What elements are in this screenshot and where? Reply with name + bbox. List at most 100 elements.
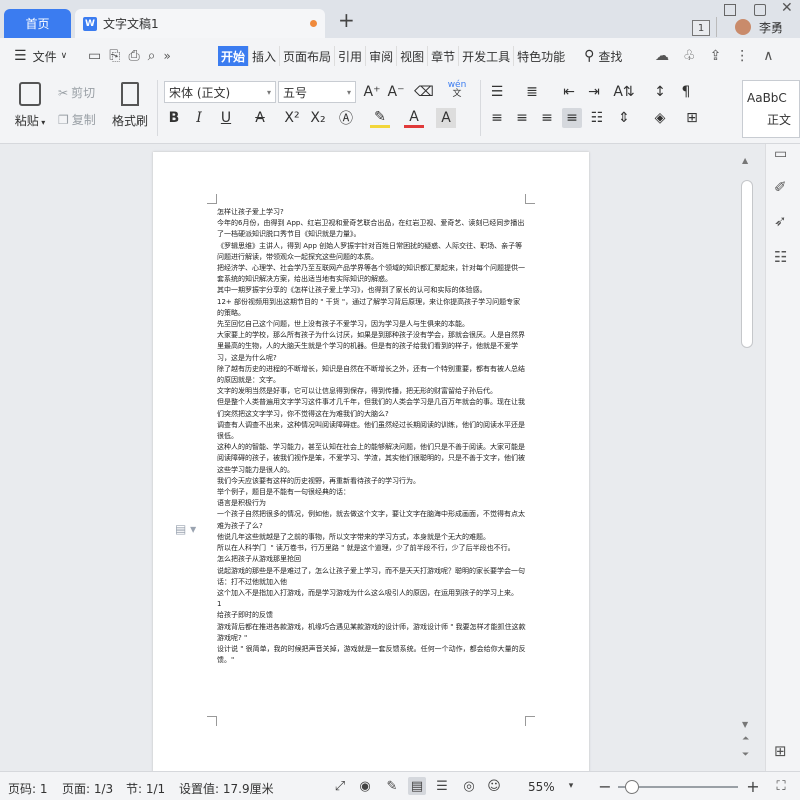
prev-page-icon[interactable]: ⏶ bbox=[742, 734, 749, 744]
align-left-icon[interactable]: ≡ bbox=[487, 108, 507, 128]
tab-page-layout[interactable]: 页面布局 bbox=[280, 46, 336, 66]
cut-button[interactable]: ✂ 剪切 bbox=[58, 84, 95, 101]
edit-mode-icon[interactable]: ✎ bbox=[383, 777, 401, 795]
underline-icon[interactable]: U bbox=[216, 108, 236, 128]
restore-window-icon[interactable] bbox=[724, 4, 736, 16]
share-icon[interactable]: ⇪ bbox=[710, 48, 722, 64]
bullet-list-icon[interactable]: ☰ bbox=[487, 82, 507, 102]
print-preview-icon[interactable]: ⌕ bbox=[148, 48, 156, 64]
vertical-scrollbar-thumb[interactable] bbox=[741, 180, 753, 348]
italic-icon[interactable]: I bbox=[189, 108, 209, 128]
text-effect-icon[interactable]: Ⓐ bbox=[336, 108, 356, 128]
scroll-up-icon[interactable]: ▲ bbox=[742, 156, 748, 165]
zoom-in-icon[interactable]: + bbox=[744, 777, 762, 796]
page-count[interactable]: 页面: 1/3 bbox=[62, 780, 113, 797]
format-painter-button[interactable]: 格式刷 bbox=[110, 82, 150, 129]
zoom-out-icon[interactable]: − bbox=[596, 777, 614, 796]
tab-home-ribbon[interactable]: 开始 bbox=[218, 46, 250, 66]
clear-format-icon[interactable]: ⌫ bbox=[414, 82, 434, 102]
highlight-icon[interactable]: ✎ bbox=[370, 108, 390, 128]
shrink-font-icon[interactable]: A⁻ bbox=[386, 82, 406, 102]
collaborate-icon[interactable]: ♧ bbox=[683, 48, 696, 64]
eye-protect-icon[interactable]: ◉ bbox=[356, 777, 374, 795]
tab-chapter[interactable]: 章节 bbox=[428, 46, 460, 66]
font-name-select[interactable]: 宋体 (正文) ▾ bbox=[164, 81, 276, 103]
avatar[interactable] bbox=[735, 19, 751, 35]
shading-icon[interactable]: ◈ bbox=[650, 108, 670, 128]
notification-badge[interactable]: 1 bbox=[692, 20, 710, 36]
superscript-icon[interactable]: X² bbox=[282, 108, 302, 128]
fit-window-icon[interactable]: ⛶ bbox=[772, 777, 790, 795]
font-size-select[interactable]: 五号 ▾ bbox=[278, 81, 356, 103]
select-cursor-icon[interactable]: ➶ bbox=[774, 212, 787, 230]
justify-icon[interactable]: ≡ bbox=[562, 108, 582, 128]
copy-button[interactable]: ❐ 复制 bbox=[58, 111, 96, 128]
format-painter-icon bbox=[121, 82, 139, 106]
user-name[interactable]: 李勇 bbox=[759, 19, 783, 36]
cloud-icon[interactable]: ☁ bbox=[655, 48, 669, 64]
tab-developer[interactable]: 开发工具 bbox=[459, 46, 515, 66]
strikethrough-icon[interactable]: A bbox=[250, 108, 270, 128]
file-menu[interactable]: ☰ 文件 ∨ bbox=[0, 46, 88, 66]
fullscreen-icon[interactable]: ⤢ bbox=[331, 777, 349, 795]
bold-icon[interactable]: B bbox=[164, 108, 184, 128]
align-right-icon[interactable]: ≡ bbox=[537, 108, 557, 128]
numbered-list-icon[interactable]: ≣ bbox=[522, 82, 542, 102]
setting-value[interactable]: 设置值: 17.9厘米 bbox=[179, 780, 274, 797]
section-count[interactable]: 节: 1/1 bbox=[126, 780, 165, 797]
more-icon[interactable]: » bbox=[163, 49, 170, 63]
char-shading-icon[interactable]: A bbox=[436, 108, 456, 128]
print-icon[interactable]: ⎙ bbox=[128, 48, 139, 64]
paste-button[interactable]: 粘贴 ▾ bbox=[10, 82, 50, 129]
font-color-icon[interactable]: A bbox=[404, 108, 424, 128]
style-gallery[interactable]: AaBbC 正文 bbox=[742, 80, 800, 138]
zoom-slider-thumb[interactable] bbox=[624, 780, 639, 794]
show-marks-icon[interactable]: ¶ bbox=[676, 82, 696, 102]
zoom-dropdown-icon[interactable]: ▾ bbox=[562, 777, 580, 795]
close-window-icon[interactable]: ✕ bbox=[781, 0, 793, 16]
tab-special[interactable]: 特色功能 bbox=[514, 46, 568, 66]
document-canvas[interactable]: 怎样让孩子爱上学习? 今年的6月份，由得到 App、红岩卫视和爱奇艺联合出品，在… bbox=[0, 144, 765, 771]
text-direction-icon[interactable]: A⇅ bbox=[613, 82, 634, 102]
tab-insert[interactable]: 插入 bbox=[249, 46, 281, 66]
next-page-icon[interactable]: ⏷ bbox=[742, 750, 749, 760]
subscript-icon[interactable]: X₂ bbox=[308, 108, 328, 128]
settings-sliders-icon[interactable]: ☷ bbox=[774, 248, 787, 266]
grow-font-icon[interactable]: A⁺ bbox=[362, 82, 382, 102]
tab-references[interactable]: 引用 bbox=[335, 46, 367, 66]
phonetic-guide-button[interactable]: wén 文 bbox=[444, 80, 470, 100]
zoom-slider-track[interactable] bbox=[618, 780, 738, 794]
increase-indent-icon[interactable]: ⇥ bbox=[584, 82, 604, 102]
save-icon[interactable]: ▭ bbox=[88, 48, 101, 64]
tab-view[interactable]: 视图 bbox=[397, 46, 429, 66]
document-body-text[interactable]: 怎样让孩子爱上学习? 今年的6月份，由得到 App、红岩卫视和爱奇艺联合出品，在… bbox=[217, 207, 527, 666]
tab-review[interactable]: 审阅 bbox=[366, 46, 398, 66]
page-corner-mark bbox=[207, 716, 217, 726]
distributed-icon[interactable]: ☷ bbox=[587, 108, 607, 128]
maximize-icon[interactable] bbox=[754, 4, 766, 16]
apps-grid-icon[interactable]: ⊞ bbox=[774, 742, 787, 760]
decrease-indent-icon[interactable]: ⇤ bbox=[559, 82, 579, 102]
tab-home[interactable]: 首页 bbox=[4, 9, 71, 38]
outline-view-icon[interactable]: ☰ bbox=[433, 777, 451, 795]
align-center-icon[interactable]: ≡ bbox=[512, 108, 532, 128]
page-view-icon[interactable]: ▤ bbox=[408, 777, 426, 795]
scroll-down-icon[interactable]: ▼ bbox=[742, 720, 748, 729]
tab-document[interactable]: W 文字文稿1 bbox=[75, 9, 325, 38]
read-mode-icon[interactable]: ☺ bbox=[485, 777, 503, 795]
search-button[interactable]: ⚲ 查找 bbox=[584, 48, 622, 65]
pen-icon[interactable]: ✐ bbox=[774, 178, 787, 196]
web-view-icon[interactable]: ◎ bbox=[460, 777, 478, 795]
sort-icon[interactable]: ↕ bbox=[650, 82, 670, 102]
page-number[interactable]: 页码: 1 bbox=[8, 780, 48, 797]
more-options-icon[interactable]: ⋮ bbox=[735, 48, 749, 64]
new-tab-button[interactable]: + bbox=[338, 10, 355, 30]
document-page[interactable]: 怎样让孩子爱上学习? 今年的6月份，由得到 App、红岩卫视和爱奇艺联合出品，在… bbox=[153, 152, 589, 771]
sidebar-collapse-icon[interactable]: ▭ bbox=[774, 146, 787, 162]
borders-icon[interactable]: ⊞ bbox=[682, 108, 702, 128]
collapse-ribbon-icon[interactable]: ∧ bbox=[763, 48, 773, 64]
line-spacing-icon[interactable]: ⇕ bbox=[614, 108, 634, 128]
export-pdf-icon[interactable]: ⎘ bbox=[109, 48, 120, 64]
paragraph-handle-icon[interactable]: ▤ ▾ bbox=[175, 522, 196, 536]
zoom-level[interactable]: 55% bbox=[528, 780, 555, 794]
